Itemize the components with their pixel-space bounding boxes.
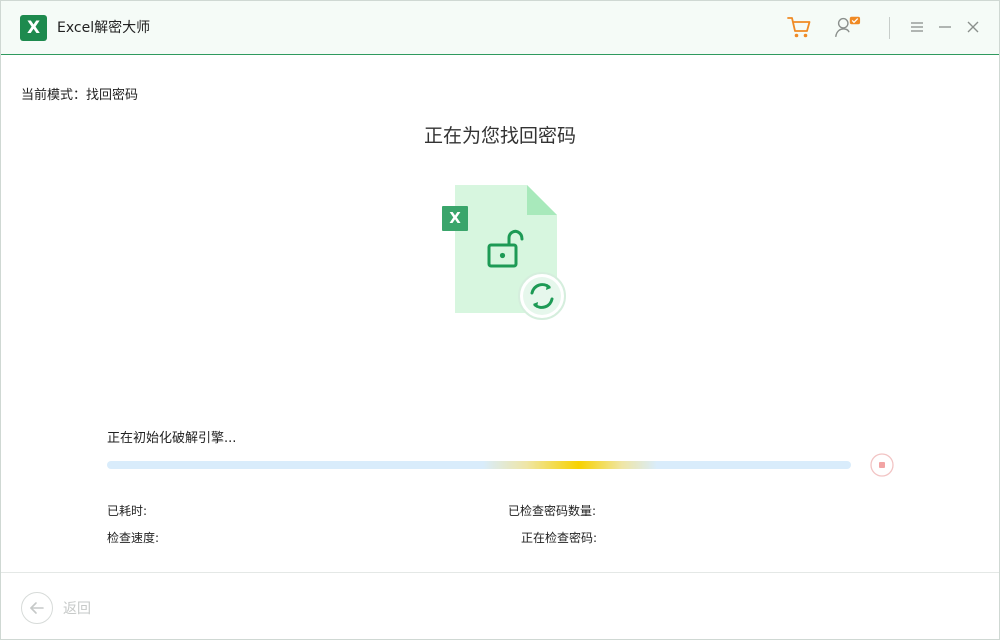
cart-icon[interactable]	[785, 13, 813, 41]
title-bar: X Excel解密大师	[1, 1, 999, 55]
menu-icon[interactable]	[903, 13, 931, 41]
unlocking-file-illustration: X	[439, 183, 571, 325]
checked-count-label: 已检查密码数量:	[508, 504, 597, 518]
titlebar-divider	[889, 17, 890, 39]
elapsed-time-label: 已耗时:	[107, 504, 148, 518]
progress-status-text: 正在初始化破解引擎...	[107, 431, 237, 446]
page-title: 正在为您找回密码	[423, 125, 576, 147]
current-password-label: 正在检查密码:	[521, 531, 598, 545]
minimize-icon[interactable]	[931, 13, 959, 41]
close-icon[interactable]	[959, 13, 987, 41]
app-window: X Excel解密大师 当前模式：找回密码 正在为您找回密码 X 正在初始化破解…	[0, 0, 1000, 640]
current-mode-label: 当前模式：找回密码	[21, 88, 139, 103]
back-arrow-icon	[21, 592, 53, 624]
stop-icon[interactable]	[870, 453, 894, 477]
user-icon[interactable]	[833, 13, 861, 41]
check-speed-label: 检查速度:	[107, 531, 160, 545]
progress-bar-indicator	[483, 461, 657, 469]
footer-divider	[1, 572, 999, 573]
app-title: Excel解密大师	[57, 20, 151, 36]
excel-logo-icon: X	[20, 15, 47, 41]
progress-bar	[107, 461, 851, 469]
back-button[interactable]: 返回	[21, 592, 91, 624]
excel-badge-icon: X	[442, 206, 468, 231]
back-button-label: 返回	[63, 601, 91, 617]
